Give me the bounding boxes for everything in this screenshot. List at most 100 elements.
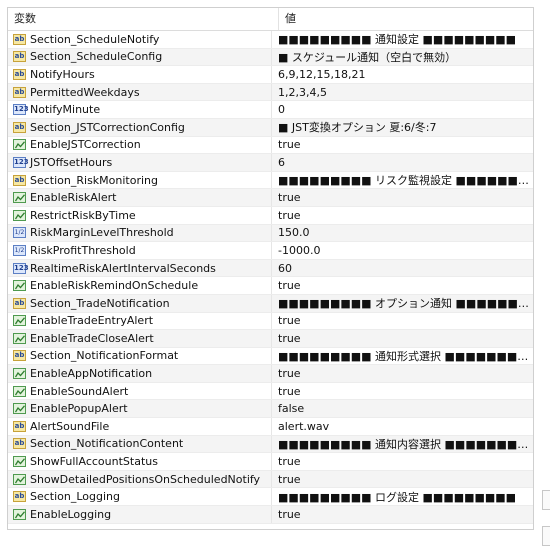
variable-name: RiskProfitThreshold (30, 243, 136, 257)
table-row[interactable]: 123 JSTOffsetHours 6 (8, 154, 533, 172)
variable-value[interactable]: -1000.0 (272, 244, 533, 257)
string-type-icon: ab (13, 121, 26, 133)
variable-value[interactable]: ■■■■■■■■■ ログ設定 ■■■■■■■■■ (272, 489, 533, 505)
table-row[interactable]: RestrictRiskByTime true (8, 206, 533, 225)
table-row[interactable]: 123 NotifyMinute 0 (8, 101, 533, 119)
table-row[interactable]: ab Section_ScheduleConfig ■ スケジュール通知（空白で無効… (8, 48, 533, 67)
table-row[interactable]: EnablePopupAlert false (8, 400, 533, 419)
variable-name-cell[interactable]: ab NotifyHours (8, 66, 272, 83)
variable-value[interactable]: true (272, 455, 533, 468)
table-row[interactable]: EnableJSTCorrection true (8, 136, 533, 155)
bool-type-icon (13, 139, 26, 151)
table-row[interactable]: ab AlertSoundFile alert.wav (8, 418, 533, 436)
variable-name-cell[interactable]: EnableRiskAlert (8, 189, 272, 206)
column-header-value[interactable]: 値 (279, 8, 533, 30)
variable-name-cell[interactable]: RestrictRiskByTime (8, 206, 272, 224)
column-header-variable[interactable]: 変数 (8, 8, 279, 30)
variable-value[interactable]: true (272, 367, 533, 380)
variable-value[interactable]: true (272, 332, 533, 345)
table-row[interactable]: 1/2 RiskProfitThreshold -1000.0 (8, 242, 533, 260)
variable-name-cell[interactable]: 123 JSTOffsetHours (8, 154, 272, 171)
variable-name-cell[interactable]: EnableAppNotification (8, 365, 272, 382)
variable-name-cell[interactable]: 123 RealtimeRiskAlertIntervalSeconds (8, 259, 272, 277)
variable-value[interactable]: 60 (272, 262, 533, 275)
variable-value[interactable]: ■■■■■■■■■ 通知設定 ■■■■■■■■■ (272, 31, 533, 47)
variable-name-cell[interactable]: 123 NotifyMinute (8, 101, 272, 118)
variable-name-cell[interactable]: ab Section_ScheduleNotify (8, 31, 272, 48)
variable-value[interactable]: 6,9,12,15,18,21 (272, 68, 533, 81)
string-type-icon: ab (13, 51, 26, 63)
table-row[interactable]: ShowFullAccountStatus true (8, 453, 533, 471)
table-row[interactable]: ab Section_NotificationFormat ■■■■■■■■■ 通知… (8, 347, 533, 366)
inputs-table: 変数 値 ab Section_ScheduleNotify ■■■■■■■■■ 通… (7, 7, 534, 530)
variable-value[interactable]: true (272, 209, 533, 222)
variable-value[interactable]: true (272, 279, 533, 292)
table-row[interactable]: ab Section_JSTCorrectionConfig ■ JST変換オプショ… (8, 118, 533, 137)
variable-value[interactable]: ■■■■■■■■■ リスク監視設定 ■■■■■■■·.. (272, 172, 533, 188)
variable-name-cell[interactable]: ab AlertSoundFile (8, 418, 272, 435)
table-row[interactable]: EnableRiskAlert true (8, 189, 533, 207)
variable-name-cell[interactable]: ab Section_NotificationContent (8, 435, 272, 453)
variable-value[interactable]: ■■■■■■■■■ オプション通知 ■■■■■■■■■ (272, 295, 533, 311)
variable-value[interactable]: ■■■■■■■■■ 通知形式選択 ■■■■■■■■·.. (272, 348, 533, 364)
table-row[interactable]: EnableTradeEntryAlert true (8, 312, 533, 331)
side-scroll-button-bottom[interactable] (542, 526, 550, 546)
variable-name-cell[interactable]: EnableTradeCloseAlert (8, 330, 272, 347)
table-row[interactable]: 1/2 RiskMarginLevelThreshold 150.0 (8, 224, 533, 243)
bool-type-icon (13, 209, 26, 221)
table-row[interactable]: EnableSoundAlert true (8, 382, 533, 401)
variable-name-cell[interactable]: EnablePopupAlert (8, 400, 272, 418)
variable-name-cell[interactable]: 1/2 RiskProfitThreshold (8, 242, 272, 259)
side-scroll-button-top[interactable] (542, 490, 550, 510)
bool-type-icon (13, 192, 26, 204)
variable-name-cell[interactable]: ab Section_NotificationFormat (8, 347, 272, 365)
table-row[interactable]: ab Section_NotificationContent ■■■■■■■■■ 通… (8, 435, 533, 454)
variable-value[interactable]: true (272, 314, 533, 327)
variable-name-cell[interactable]: ab Section_Logging (8, 488, 272, 506)
variable-name: EnablePopupAlert (30, 402, 128, 416)
table-row[interactable]: ab NotifyHours 6,9,12,15,18,21 (8, 66, 533, 84)
table-row[interactable]: ab PermittedWeekdays 1,2,3,4,5 (8, 83, 533, 102)
variable-name-cell[interactable]: EnableJSTCorrection (8, 136, 272, 154)
variable-value[interactable]: 0 (272, 103, 533, 116)
variable-name: RestrictRiskByTime (30, 208, 136, 222)
variable-name-cell[interactable]: ab Section_ScheduleConfig (8, 48, 272, 66)
variable-value[interactable]: 1,2,3,4,5 (272, 86, 533, 99)
variable-name-cell[interactable]: 1/2 RiskMarginLevelThreshold (8, 224, 272, 242)
table-row[interactable]: EnableLogging true (8, 506, 533, 524)
variable-value[interactable]: false (272, 402, 533, 415)
variable-value[interactable]: true (272, 473, 533, 486)
variable-name-cell[interactable]: ab Section_RiskMonitoring (8, 171, 272, 189)
variable-name-cell[interactable]: EnableRiskRemindOnSchedule (8, 277, 272, 294)
variable-name-cell[interactable]: ab PermittedWeekdays (8, 83, 272, 101)
table-row[interactable]: EnableRiskRemindOnSchedule true (8, 277, 533, 295)
variable-value[interactable]: 6 (272, 156, 533, 169)
variable-name-cell[interactable]: ab Section_TradeNotification (8, 294, 272, 312)
table-row[interactable]: EnableAppNotification true (8, 365, 533, 383)
variable-name-cell[interactable]: EnableSoundAlert (8, 382, 272, 400)
table-row[interactable]: ShowDetailedPositionsOnScheduledNotify tr… (8, 470, 533, 489)
variable-name-cell[interactable]: EnableTradeEntryAlert (8, 312, 272, 330)
variable-value[interactable]: true (272, 508, 533, 521)
table-row[interactable]: ab Section_ScheduleNotify ■■■■■■■■■ 通知設定 ■… (8, 31, 533, 49)
variable-name-cell[interactable]: ab Section_JSTCorrectionConfig (8, 118, 272, 136)
table-row[interactable]: ab Section_Logging ■■■■■■■■■ ログ設定 ■■■■■■■■… (8, 488, 533, 507)
bool-type-icon (13, 456, 26, 468)
variable-value[interactable]: ■ スケジュール通知（空白で無効） (272, 49, 533, 65)
variable-value[interactable]: 150.0 (272, 226, 533, 239)
variable-name-cell[interactable]: ShowFullAccountStatus (8, 453, 272, 470)
variable-value[interactable]: ■■■■■■■■■ 通知内容選択 ■■■■■■■■·.. (272, 436, 533, 452)
variable-value[interactable]: true (272, 385, 533, 398)
variable-value[interactable]: ■ JST変換オプション 夏:6/冬:7 (272, 119, 533, 135)
variable-value[interactable]: true (272, 138, 533, 151)
table-row[interactable]: ab Section_RiskMonitoring ■■■■■■■■■ リスク監視設… (8, 171, 533, 190)
variable-value[interactable]: true (272, 191, 533, 204)
variable-name-cell[interactable]: EnableLogging (8, 506, 272, 523)
table-row[interactable]: EnableTradeCloseAlert true (8, 330, 533, 348)
variable-name-cell[interactable]: ShowDetailedPositionsOnScheduledNotify (8, 470, 272, 488)
variable-name: EnableTradeEntryAlert (30, 314, 154, 328)
table-row[interactable]: ab Section_TradeNotification ■■■■■■■■■ オプシ… (8, 294, 533, 313)
table-row[interactable]: 123 RealtimeRiskAlertIntervalSeconds 60 (8, 259, 533, 278)
variable-value[interactable]: alert.wav (272, 420, 533, 433)
variable-name: AlertSoundFile (30, 419, 110, 433)
